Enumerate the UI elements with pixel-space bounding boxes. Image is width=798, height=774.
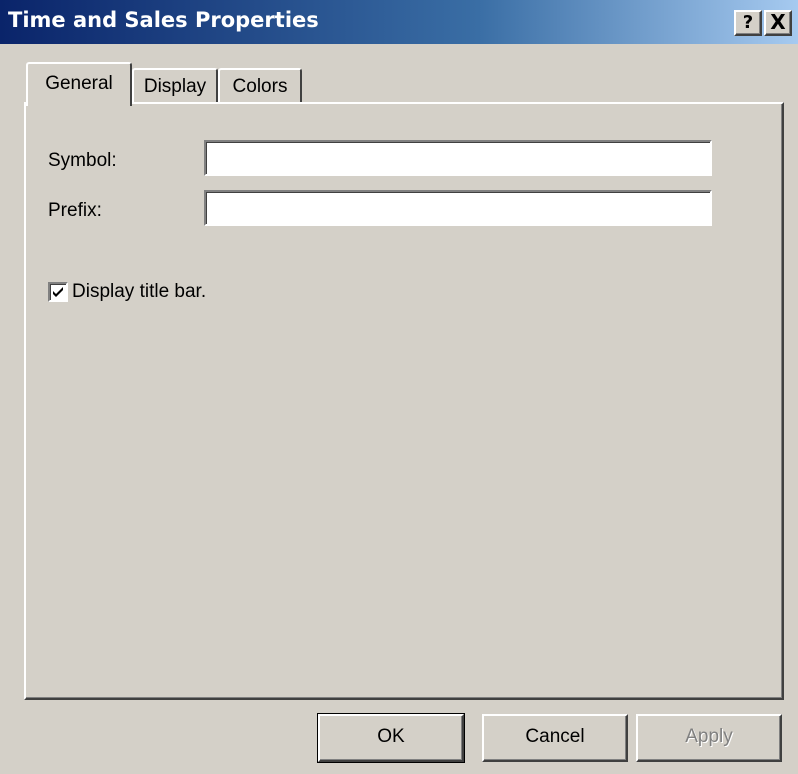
prefix-input[interactable] [204,190,712,226]
help-button[interactable]: ? [734,10,762,36]
tab-general-label: General [45,73,113,94]
checkmark-icon [53,287,63,297]
prefix-label: Prefix: [48,200,102,221]
display-title-bar-checkbox[interactable] [48,282,68,302]
tab-display-label: Display [143,76,207,97]
help-icon: ? [742,12,754,33]
tab-general[interactable]: General [26,62,132,106]
symbol-input[interactable] [204,140,712,176]
tab-colors[interactable]: Colors [218,68,302,102]
tab-colors-label: Colors [232,76,288,97]
ok-button[interactable]: OK [317,713,465,763]
close-icon: X [770,10,786,34]
tab-display[interactable]: Display [132,68,218,102]
title-bar[interactable]: Time and Sales Properties ? X [0,0,798,44]
close-button[interactable]: X [764,10,792,36]
symbol-label: Symbol: [48,150,117,171]
display-title-bar-label[interactable]: Display title bar. [72,281,206,303]
apply-button[interactable]: Apply [636,714,782,762]
cancel-button[interactable]: Cancel [482,714,628,762]
properties-dialog: Time and Sales Properties ? X General Di… [0,0,798,774]
window-title: Time and Sales Properties [8,8,319,32]
